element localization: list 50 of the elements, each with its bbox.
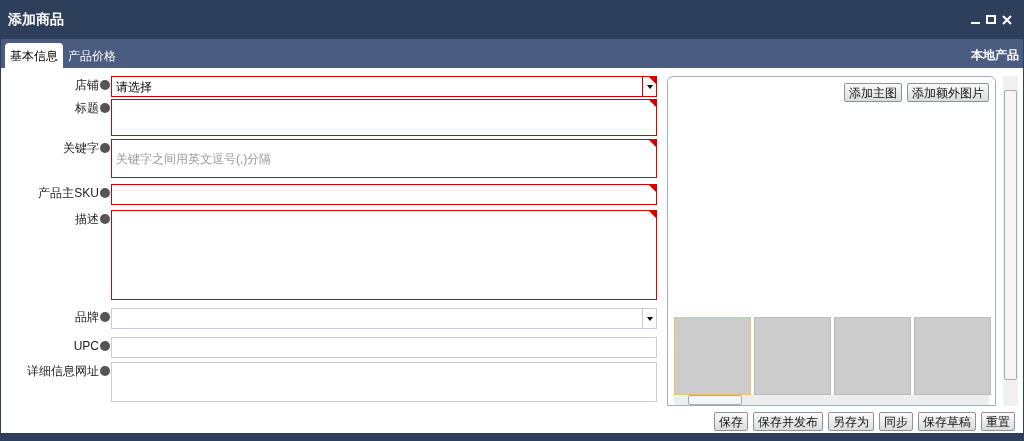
dropdown-field[interactable]: 请选择 (111, 76, 657, 97)
field-label: UPC (73, 338, 99, 355)
help-icon (100, 188, 110, 198)
tab[interactable]: 产品价格 (63, 43, 121, 68)
caret-icon (646, 316, 653, 321)
field-label: 详细信息网址 (27, 363, 99, 380)
field-label: 产品主SKU (38, 185, 99, 202)
action-button[interactable]: 另存为 (828, 412, 874, 431)
help-icon (100, 341, 110, 351)
close-icon[interactable] (1002, 14, 1012, 25)
help-icon (100, 214, 110, 224)
required-marker-icon (649, 185, 656, 192)
action-button[interactable]: 添加主图 (844, 83, 902, 102)
dropdown-field[interactable] (111, 308, 657, 329)
action-button[interactable]: 重置 (981, 412, 1015, 431)
horizontal-scrollbar[interactable] (674, 395, 989, 405)
help-icon (100, 312, 110, 322)
placeholder-text: 关键字之间用英文逗号(,)分隔 (115, 150, 272, 168)
help-icon (100, 366, 110, 376)
image-thumbnail[interactable] (674, 317, 751, 395)
action-button[interactable]: 添加额外图片 (907, 83, 989, 102)
window-title: 添加商品 (8, 10, 65, 29)
text-field[interactable] (111, 184, 657, 205)
image-thumbnail[interactable] (914, 317, 991, 395)
help-icon (100, 103, 110, 113)
field-label: 品牌 (75, 309, 99, 326)
dropdown-value: 请选择 (115, 78, 153, 96)
field-label: 关键字 (63, 140, 99, 157)
tab[interactable]: 基本信息 (5, 43, 63, 68)
help-icon (100, 80, 110, 90)
required-marker-icon (649, 211, 656, 218)
required-marker-icon (649, 100, 656, 107)
text-area[interactable] (111, 99, 657, 136)
action-button[interactable]: 保存 (714, 412, 748, 431)
caret-icon (646, 84, 653, 89)
field-label: 店铺 (75, 77, 99, 94)
maximize-icon[interactable] (986, 15, 996, 24)
action-button[interactable]: 同步 (879, 412, 913, 431)
action-button[interactable]: 保存并发布 (753, 412, 823, 431)
text-area[interactable] (111, 210, 657, 300)
required-marker-icon (649, 77, 656, 84)
image-thumbnail[interactable] (754, 317, 831, 395)
help-icon (100, 143, 110, 153)
field-label: 描述 (75, 211, 99, 228)
required-marker-icon (649, 140, 656, 147)
action-button[interactable]: 保存草稿 (918, 412, 976, 431)
section-title: 本地产品 (971, 47, 1019, 64)
field-label: 标题 (75, 100, 99, 117)
image-thumbnail[interactable] (834, 317, 911, 395)
vertical-scrollbar[interactable] (1003, 76, 1018, 406)
